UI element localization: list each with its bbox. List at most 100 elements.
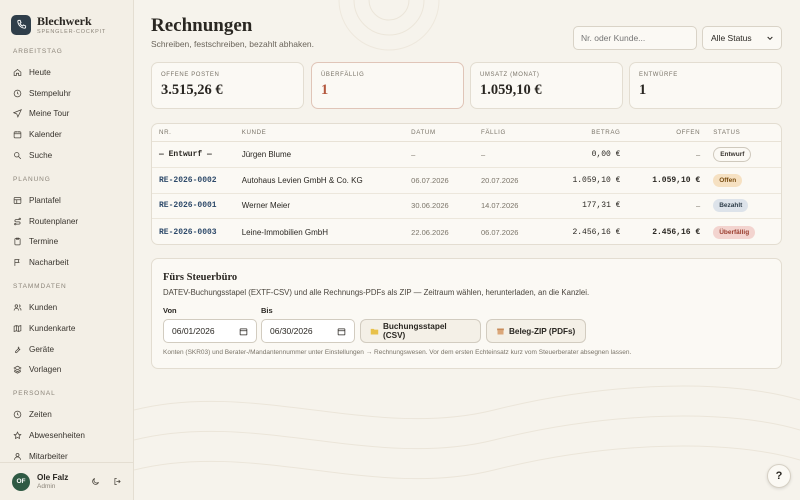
tax-panel-title: Fürs Steuerbüro xyxy=(163,272,238,283)
nav-section-personal: PERSONAL xyxy=(13,390,56,398)
sidebar-item-label: Meine Tour xyxy=(29,109,70,119)
table-row[interactable]: RE-2026-0002 Autohaus Levien GmbH & Co. … xyxy=(152,168,781,194)
due-date: 20.07.2026 xyxy=(480,175,519,185)
from-date-input[interactable]: 06/01/2026 xyxy=(163,319,257,343)
archive-icon xyxy=(497,328,504,334)
status-badge: Überfällig xyxy=(713,225,756,239)
sidebar: Blechwerk SPENGLER-COCKPIT ARBEITSTAG He… xyxy=(0,0,134,500)
clock-icon xyxy=(13,89,22,97)
moon-icon[interactable] xyxy=(91,477,100,486)
stat-card-umsatz: UMSATZ (MONAT) 1.059,10 € xyxy=(470,62,623,109)
sidebar-item-label: Nacharbeit xyxy=(29,258,69,268)
stat-card-entwuerfe: ENTWÜRFE 1 xyxy=(629,62,782,109)
sidebar-item-label: Zeiten xyxy=(29,410,52,420)
sidebar-item-heute[interactable]: Heute xyxy=(0,62,133,83)
sidebar-item-geraete[interactable]: Geräte xyxy=(0,339,133,360)
sidebar-item-abwesenheiten[interactable]: Abwesenheiten xyxy=(0,425,133,446)
sidebar-item-stempeluhr[interactable]: Stempeluhr xyxy=(0,83,133,104)
invoice-number[interactable]: — Entwurf — xyxy=(152,150,242,159)
calendar-icon[interactable] xyxy=(239,327,248,336)
logout-icon[interactable] xyxy=(113,477,122,486)
stat-value: 1 xyxy=(639,82,647,98)
invoice-number[interactable]: RE-2026-0002 xyxy=(152,176,242,185)
sidebar-item-termine[interactable]: Termine xyxy=(0,232,133,253)
due-date: 14.07.2026 xyxy=(480,201,519,211)
calendar-icon[interactable] xyxy=(337,327,346,336)
search-icon xyxy=(14,152,22,160)
wrench-icon xyxy=(15,345,21,353)
sidebar-item-plantafel[interactable]: Plantafel xyxy=(0,190,133,211)
sidebar-item-kalender[interactable]: Kalender xyxy=(0,124,133,145)
avatar[interactable]: OF xyxy=(12,472,30,491)
invoice-number[interactable]: RE-2026-0003 xyxy=(152,228,242,237)
invoice-number[interactable]: RE-2026-0001 xyxy=(152,201,242,210)
user-role: Admin xyxy=(37,483,56,490)
help-button[interactable]: ? xyxy=(767,464,791,488)
stat-value: 3.515,26 € xyxy=(161,82,223,98)
stat-card-offene-posten: OFFENE POSTEN 3.515,26 € xyxy=(151,62,304,109)
from-date-value: 06/01/2026 xyxy=(172,326,215,336)
column-header[interactable]: NR. xyxy=(152,129,242,136)
sidebar-item-vorlagen[interactable]: Vorlagen xyxy=(0,360,133,381)
stat-label: ENTWÜRFE xyxy=(639,72,678,78)
sidebar-item-label: Stempeluhr xyxy=(29,88,71,98)
export-zip-label: Beleg-ZIP (PDFs) xyxy=(509,326,576,336)
export-csv-button[interactable]: Buchungsstapel (CSV) xyxy=(360,319,481,343)
table-row[interactable]: RE-2026-0003 Leine-Immobilien GmbH 22.06… xyxy=(152,219,781,244)
tax-panel-note: Konten (SKR03) und Berater-/Mandantennum… xyxy=(163,349,632,356)
invoice-date: 30.06.2026 xyxy=(411,201,449,211)
due-date: 06.07.2026 xyxy=(480,227,519,237)
user-name: Ole Falz xyxy=(37,473,69,482)
sidebar-item-label: Termine xyxy=(29,237,59,247)
to-date-value: 06/30/2026 xyxy=(270,326,313,336)
chevron-down-icon xyxy=(767,36,773,41)
sidebar-item-label: Mitarbeiter xyxy=(29,451,68,461)
status-filter-select[interactable]: Alle Status xyxy=(702,26,782,50)
sidebar-item-kundenkarte[interactable]: Kundenkarte xyxy=(0,318,133,339)
nav-section-planung: PLANUNG xyxy=(13,175,51,183)
calendar-icon xyxy=(13,131,22,139)
sidebar-item-label: Abwesenheiten xyxy=(29,431,85,441)
sidebar-item-meine-tour[interactable]: Meine Tour xyxy=(0,104,133,125)
nav-section-stammdaten: STAMMDATEN xyxy=(13,283,67,291)
customer-name: Werner Meier xyxy=(241,201,291,211)
table-header: NR. KUNDE DATUM FÄLLIG BETRAG OFFEN STAT… xyxy=(152,124,781,142)
send-icon xyxy=(13,109,22,119)
invoice-date: 22.06.2026 xyxy=(411,227,449,237)
open-amount: 2.456,16 € xyxy=(652,227,701,237)
sidebar-item-zeiten[interactable]: Zeiten xyxy=(0,404,133,425)
column-header[interactable]: BETRAG xyxy=(541,129,621,136)
customer-name: Leine-Immobilien GmbH xyxy=(241,227,328,237)
to-date-input[interactable]: 06/30/2026 xyxy=(261,319,355,343)
stat-value: 1.059,10 € xyxy=(480,82,542,98)
brand-name: Blechwerk xyxy=(37,13,92,28)
column-header[interactable]: FÄLLIG xyxy=(481,129,541,136)
export-zip-button[interactable]: Beleg-ZIP (PDFs) xyxy=(486,319,586,343)
tax-export-panel: Fürs Steuerbüro DATEV-Buchungsstapel (EX… xyxy=(151,258,782,369)
sidebar-item-label: Suche xyxy=(29,151,53,161)
table-row[interactable]: RE-2026-0001 Werner Meier 30.06.2026 14.… xyxy=(152,194,781,220)
column-header[interactable]: DATUM xyxy=(411,129,481,136)
main-content: Rechnungen Schreiben, festschreiben, bez… xyxy=(134,0,800,500)
sidebar-item-routenplaner[interactable]: Routenplaner xyxy=(0,211,133,232)
sidebar-item-suche[interactable]: Suche xyxy=(0,145,133,166)
amount: 0,00 € xyxy=(591,149,621,159)
search-input[interactable] xyxy=(573,26,697,50)
column-header[interactable]: KUNDE xyxy=(242,129,411,136)
page-title: Rechnungen xyxy=(151,15,253,36)
sidebar-item-label: Routenplaner xyxy=(29,216,79,226)
stat-card-ueberfaellig: ÜBERFÄLLIG 1 xyxy=(311,62,464,109)
sidebar-item-kunden[interactable]: Kunden xyxy=(0,297,133,318)
sidebar-item-nacharbeit[interactable]: Nacharbeit xyxy=(0,252,133,273)
table-row[interactable]: — Entwurf — Jürgen Blume – – 0,00 € – En… xyxy=(152,142,781,168)
column-header[interactable]: OFFEN xyxy=(620,129,700,136)
column-header[interactable]: STATUS xyxy=(700,129,781,136)
sidebar-item-label: Geräte xyxy=(29,344,55,354)
invoice-table: NR. KUNDE DATUM FÄLLIG BETRAG OFFEN STAT… xyxy=(151,123,782,245)
nav-section-arbeitstag: ARBEITSTAG xyxy=(13,48,63,55)
customer-name: Autohaus Levien GmbH & Co. KG xyxy=(241,175,363,185)
sidebar-item-label: Plantafel xyxy=(29,195,61,205)
tax-panel-description: DATEV-Buchungsstapel (EXTF-CSV) und alle… xyxy=(163,288,590,297)
sidebar-item-label: Kalender xyxy=(29,130,62,140)
stat-label: ÜBERFÄLLIG xyxy=(321,72,365,78)
